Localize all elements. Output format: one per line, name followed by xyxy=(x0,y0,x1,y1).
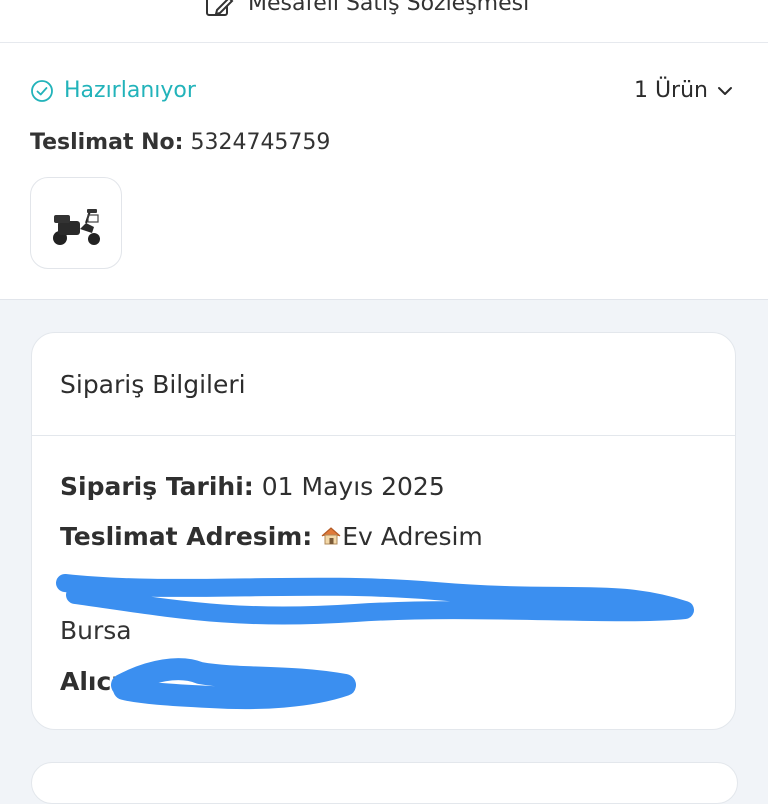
house-icon xyxy=(321,527,341,545)
check-circle-icon xyxy=(31,79,53,102)
product-image xyxy=(53,209,100,245)
delivery-number: Teslimat No: 5324745759 xyxy=(30,130,330,155)
delivery-number-value: 5324745759 xyxy=(190,130,331,155)
item-count-label: 1 Ürün xyxy=(633,78,708,103)
contract-link-label: Mesafeli Satış Sözleşmesi xyxy=(248,0,530,16)
recipient-label: Alıcı xyxy=(60,667,120,696)
recipient-row: Alıcı xyxy=(60,667,120,696)
edit-document-icon xyxy=(206,0,234,16)
order-info-title: Sipariş Bilgileri xyxy=(32,333,735,436)
order-info-card: Sipariş Bilgileri Sipariş Tarihi: 01 May… xyxy=(31,332,736,730)
delivery-address-label: Teslimat Adresim: xyxy=(60,522,313,551)
delivery-address-city: Bursa xyxy=(60,616,132,645)
order-status: Hazırlanıyor xyxy=(30,78,196,103)
product-thumbnail[interactable] xyxy=(30,177,122,269)
order-date-value: 01 Mayıs 2025 xyxy=(261,472,445,501)
order-date-label: Sipariş Tarihi: xyxy=(60,472,254,501)
delivery-address-row: Teslimat Adresim: Ev Adresim xyxy=(60,522,483,551)
top-strip: Mesafeli Satış Sözleşmesi xyxy=(0,0,768,43)
contract-link[interactable]: Mesafeli Satış Sözleşmesi xyxy=(204,0,529,18)
order-date-row: Sipariş Tarihi: 01 Mayıs 2025 xyxy=(60,472,445,501)
chevron-down-icon xyxy=(718,86,732,95)
delivery-address-name: Ev Adresim xyxy=(342,522,483,551)
delivery-number-label: Teslimat No: xyxy=(30,130,184,155)
next-card xyxy=(31,762,738,804)
item-count-toggle[interactable]: 1 Ürün xyxy=(634,78,734,103)
order-status-label: Hazırlanıyor xyxy=(64,78,196,103)
